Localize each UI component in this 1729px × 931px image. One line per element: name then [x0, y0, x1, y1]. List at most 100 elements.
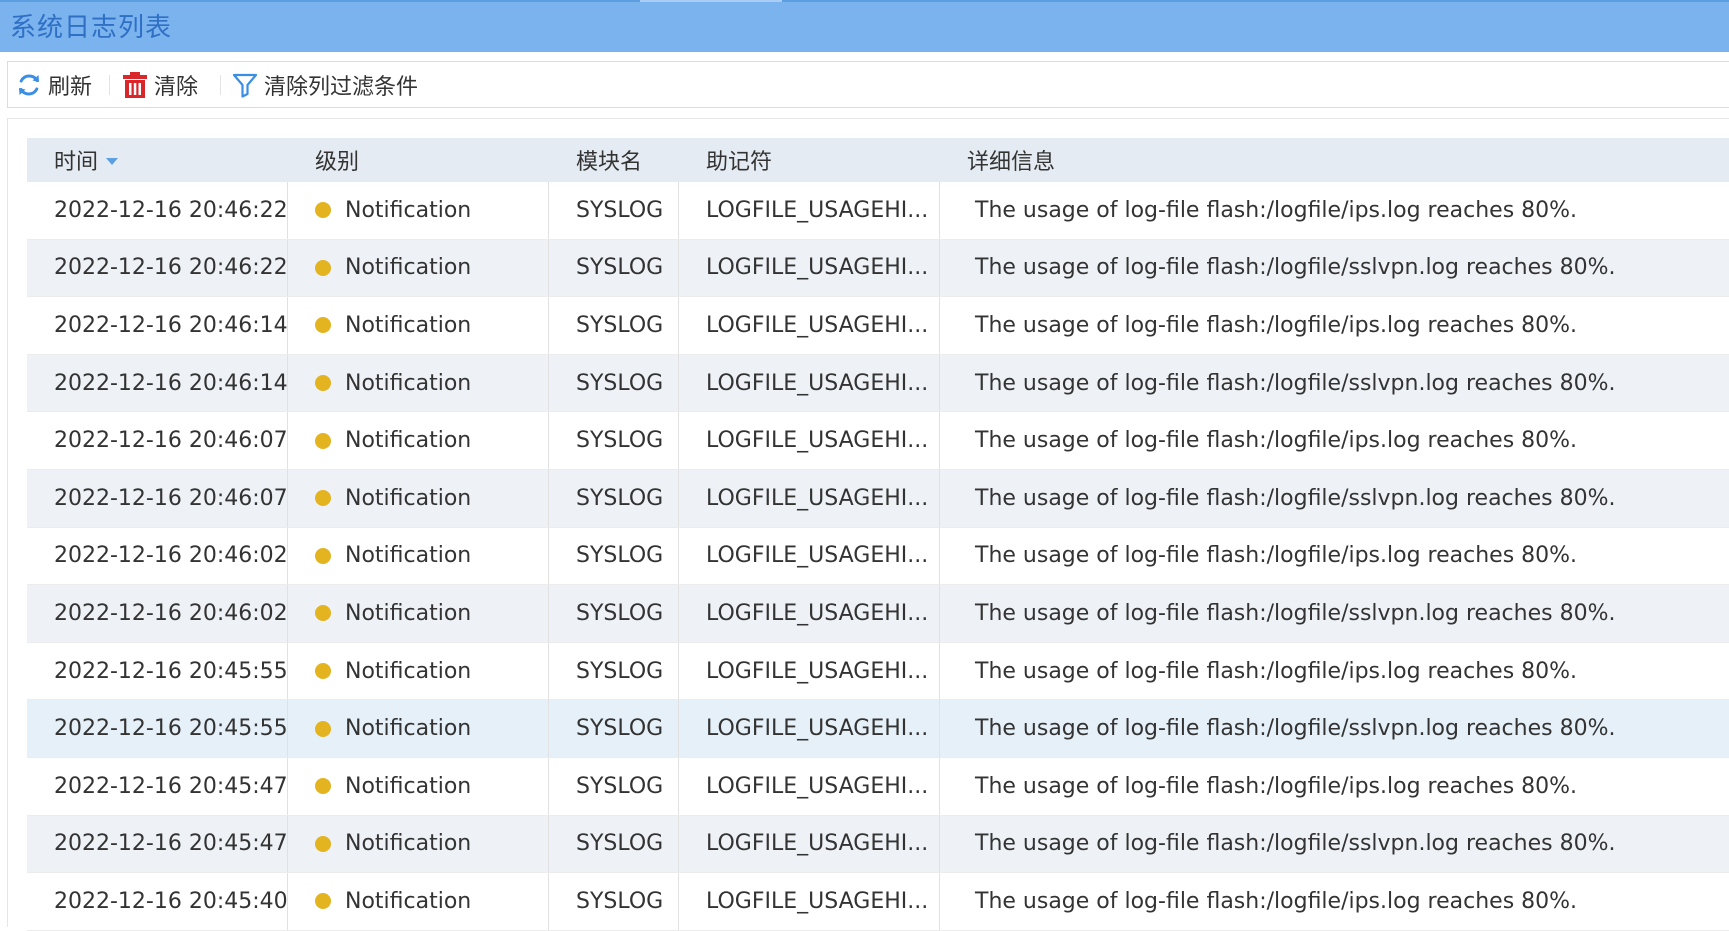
- time-value: 2022-12-16 20:45:55: [54, 716, 288, 742]
- time-value: 2022-12-16 20:46:07: [54, 428, 288, 454]
- module-value: SYSLOG: [576, 370, 664, 396]
- level-cell: Notification: [288, 585, 549, 642]
- log-table: 时间 级别 模块名 助记符 详细信息 2022-12-16 20:46:22 No…: [27, 138, 1729, 931]
- level-value: Notification: [345, 716, 472, 742]
- time-cell: 2022-12-16 20:46:07: [27, 412, 288, 469]
- column-header-time[interactable]: 时间: [27, 138, 288, 182]
- mnemonic-value: LOGFILE_USAGEHI...: [706, 773, 929, 799]
- table-row[interactable]: 2022-12-16 20:45:55 Notification SYSLOG LOG…: [27, 700, 1729, 758]
- notification-level-dot-icon: [315, 259, 331, 276]
- time-cell: 2022-12-16 20:45:47: [27, 815, 288, 873]
- column-header-mnemonic[interactable]: 助记符: [679, 138, 940, 182]
- sort-descending-icon: [106, 157, 119, 165]
- time-value: 2022-12-16 20:45:47: [54, 773, 288, 799]
- module-value: SYSLOG: [576, 888, 664, 914]
- module-value: SYSLOG: [576, 197, 664, 223]
- refresh-button[interactable]: 刷新: [16, 62, 92, 107]
- module-cell: SYSLOG: [549, 700, 679, 757]
- table-row[interactable]: 2022-12-16 20:46:22 Notification SYSLOG LOG…: [27, 182, 1729, 240]
- table-row[interactable]: 2022-12-16 20:45:55 Notification SYSLOG LOG…: [27, 642, 1729, 701]
- notification-level-dot-icon: [315, 605, 331, 622]
- table-row[interactable]: 2022-12-16 20:46:02 Notification SYSLOG LOG…: [27, 527, 1729, 586]
- table-body: 2022-12-16 20:46:22 Notification SYSLOG LOG…: [27, 182, 1729, 931]
- mnemonic-cell: LOGFILE_USAGEHI...: [679, 182, 940, 239]
- detail-value: The usage of log-file flash:/logfile/ssl…: [975, 831, 1616, 857]
- table-row[interactable]: 2022-12-16 20:46:14 Notification SYSLOG LOG…: [27, 297, 1729, 355]
- level-value: Notification: [345, 600, 472, 626]
- mnemonic-cell: LOGFILE_USAGEHI...: [679, 757, 940, 815]
- module-value: SYSLOG: [576, 543, 664, 569]
- mnemonic-cell: LOGFILE_USAGEHI...: [679, 412, 940, 469]
- column-header-detail-label: 详细信息: [967, 150, 1056, 175]
- clear-column-filters-button[interactable]: 清除列过滤条件: [232, 62, 418, 107]
- notification-level-dot-icon: [315, 375, 331, 392]
- mnemonic-cell: LOGFILE_USAGEHI...: [679, 297, 940, 354]
- module-value: SYSLOG: [576, 716, 664, 742]
- time-value: 2022-12-16 20:46:07: [54, 485, 288, 511]
- detail-cell: The usage of log-file flash:/logfile/ips…: [940, 528, 1729, 585]
- notification-level-dot-icon: [315, 778, 331, 795]
- level-cell: Notification: [288, 412, 549, 469]
- detail-value: The usage of log-file flash:/logfile/ssl…: [975, 716, 1616, 742]
- table-row[interactable]: 2022-12-16 20:46:14 Notification SYSLOG LOG…: [27, 354, 1729, 413]
- clear-button[interactable]: 清除: [122, 62, 198, 107]
- column-header-level[interactable]: 级别: [288, 138, 549, 182]
- window-title: 系统日志列表: [10, 13, 173, 43]
- level-value: Notification: [345, 543, 472, 569]
- module-value: SYSLOG: [576, 428, 664, 454]
- time-value: 2022-12-16 20:46:02: [54, 543, 288, 569]
- notification-level-dot-icon: [315, 663, 331, 680]
- mnemonic-value: LOGFILE_USAGEHI...: [706, 485, 929, 511]
- column-header-module-label: 模块名: [576, 150, 643, 175]
- time-cell: 2022-12-16 20:46:22: [27, 182, 288, 239]
- level-value: Notification: [345, 255, 472, 281]
- module-cell: SYSLOG: [549, 412, 679, 469]
- column-header-module[interactable]: 模块名: [549, 138, 679, 182]
- time-value: 2022-12-16 20:46:14: [54, 370, 288, 396]
- mnemonic-cell: LOGFILE_USAGEHI...: [679, 585, 940, 642]
- detail-cell: The usage of log-file flash:/logfile/ssl…: [940, 585, 1729, 642]
- mnemonic-value: LOGFILE_USAGEHI...: [706, 197, 929, 223]
- table-row[interactable]: 2022-12-16 20:46:02 Notification SYSLOG LOG…: [27, 585, 1729, 643]
- table-row[interactable]: 2022-12-16 20:45:47 Notification SYSLOG LOG…: [27, 757, 1729, 816]
- level-value: Notification: [345, 658, 472, 684]
- column-header-mnemonic-label: 助记符: [706, 150, 773, 175]
- mnemonic-value: LOGFILE_USAGEHI...: [706, 888, 929, 914]
- detail-value: The usage of log-file flash:/logfile/ips…: [975, 312, 1578, 338]
- level-cell: Notification: [288, 642, 549, 700]
- module-value: SYSLOG: [576, 600, 664, 626]
- level-cell: Notification: [288, 757, 549, 815]
- filter-icon: [232, 72, 258, 98]
- detail-cell: The usage of log-file flash:/logfile/ssl…: [940, 470, 1729, 527]
- module-cell: SYSLOG: [549, 757, 679, 815]
- notification-level-dot-icon: [315, 317, 331, 334]
- module-value: SYSLOG: [576, 831, 664, 857]
- time-cell: 2022-12-16 20:45:55: [27, 700, 288, 757]
- level-value: Notification: [345, 773, 472, 799]
- mnemonic-cell: LOGFILE_USAGEHI...: [679, 700, 940, 757]
- mnemonic-cell: LOGFILE_USAGEHI...: [679, 642, 940, 700]
- table-row[interactable]: 2022-12-16 20:46:07 Notification SYSLOG LOG…: [27, 469, 1729, 528]
- column-header-time-label: 时间: [54, 150, 99, 175]
- mnemonic-value: LOGFILE_USAGEHI...: [706, 716, 929, 742]
- table-row[interactable]: 2022-12-16 20:45:40 Notification SYSLOG LOG…: [27, 873, 1729, 931]
- notification-level-dot-icon: [315, 490, 331, 507]
- trash-icon: [122, 71, 148, 99]
- level-cell: Notification: [288, 239, 549, 297]
- time-cell: 2022-12-16 20:46:14: [27, 297, 288, 354]
- detail-value: The usage of log-file flash:/logfile/ips…: [975, 888, 1578, 914]
- mnemonic-value: LOGFILE_USAGEHI...: [706, 428, 929, 454]
- time-value: 2022-12-16 20:45:40: [54, 888, 288, 914]
- notification-level-dot-icon: [315, 202, 331, 219]
- notification-level-dot-icon: [315, 893, 331, 910]
- time-cell: 2022-12-16 20:46:14: [27, 354, 288, 412]
- table-row[interactable]: 2022-12-16 20:46:22 Notification SYSLOG LOG…: [27, 239, 1729, 298]
- detail-cell: The usage of log-file flash:/logfile/ssl…: [940, 240, 1729, 297]
- table-row[interactable]: 2022-12-16 20:45:47 Notification SYSLOG LOG…: [27, 815, 1729, 874]
- mnemonic-cell: LOGFILE_USAGEHI...: [679, 239, 940, 297]
- detail-cell: The usage of log-file flash:/logfile/ssl…: [940, 700, 1729, 757]
- table-row[interactable]: 2022-12-16 20:46:07 Notification SYSLOG LOG…: [27, 412, 1729, 470]
- column-header-detail[interactable]: 详细信息: [940, 138, 1729, 182]
- mnemonic-value: LOGFILE_USAGEHI...: [706, 600, 929, 626]
- time-cell: 2022-12-16 20:45:55: [27, 642, 288, 700]
